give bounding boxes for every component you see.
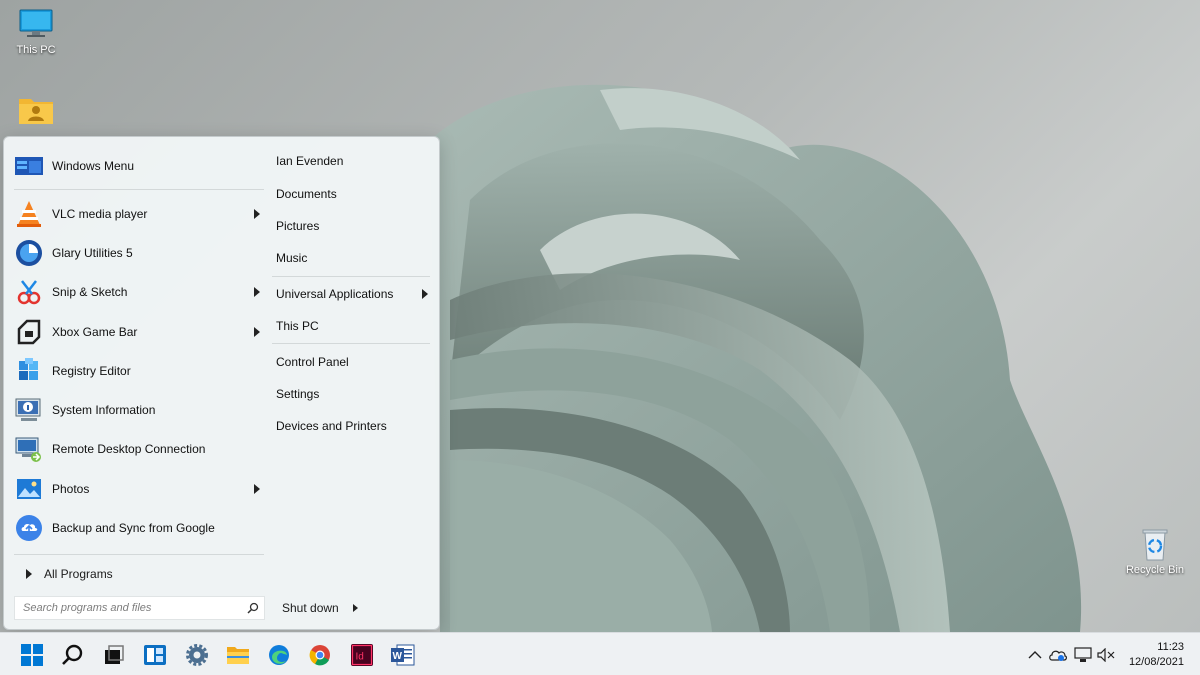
chevron-up-icon[interactable] [1025, 645, 1045, 665]
settings-icon[interactable] [182, 640, 212, 670]
place-label: Settings [276, 386, 320, 401]
menu-item-photos[interactable]: Photos [12, 469, 266, 508]
expand-arrow-icon [26, 568, 32, 579]
menu-item-snip-sketch[interactable]: Snip & Sketch [12, 273, 266, 312]
menu-separator [14, 553, 264, 555]
onedrive-icon[interactable] [1048, 645, 1068, 665]
xbox-icon [14, 317, 44, 347]
menu-item-label: Registry Editor [52, 363, 131, 378]
submenu-arrow-icon [254, 208, 260, 219]
place-label: Devices and Printers [276, 419, 387, 434]
google-backup-icon [14, 513, 44, 543]
photos-icon [14, 474, 44, 504]
indesign-label: Id [356, 652, 364, 663]
submenu-arrow-icon [422, 288, 428, 299]
place-label: Universal Applications [276, 286, 394, 301]
indesign-icon[interactable]: Id [347, 640, 377, 670]
desktop-icon-label: Recycle Bin [1125, 564, 1185, 576]
menu-item-vlc[interactable]: VLC media player [12, 194, 266, 233]
volume-muted-icon[interactable] [1096, 645, 1116, 665]
windows-menu-icon [14, 151, 44, 181]
start-menu: Windows Menu VLC media player Glary Util… [3, 136, 440, 630]
menu-item-system-information[interactable]: System Information [12, 390, 266, 429]
menu-item-glary[interactable]: Glary Utilities 5 [12, 233, 266, 272]
submenu-arrow-icon [254, 326, 260, 337]
submenu-arrow-icon [254, 287, 260, 298]
place-pictures[interactable]: Pictures [272, 210, 430, 242]
start-menu-programs: Windows Menu VLC media player Glary Util… [12, 147, 266, 589]
menu-item-xbox-game-bar[interactable]: Xbox Game Bar [12, 312, 266, 351]
remote-desktop-icon [14, 434, 44, 464]
search-icon[interactable] [58, 640, 88, 670]
widgets-icon[interactable] [140, 640, 170, 670]
menu-item-label: Remote Desktop Connection [52, 442, 206, 457]
place-label: Ian Evenden [276, 154, 344, 169]
word-label: W [393, 651, 403, 662]
search-icon[interactable] [242, 597, 264, 619]
menu-item-label: System Information [52, 403, 156, 418]
registry-icon [14, 356, 44, 386]
clock-time: 11:23 [1157, 641, 1184, 653]
menu-item-label: Snip & Sketch [52, 285, 128, 300]
place-user-folder[interactable]: Ian Evenden [272, 145, 430, 177]
desktop-icon-this-pc[interactable]: This PC [1, 8, 71, 56]
menu-item-label: Windows Menu [52, 159, 135, 173]
place-universal-applications[interactable]: Universal Applications [272, 278, 430, 310]
place-label: Music [276, 251, 308, 266]
chrome-icon[interactable] [305, 640, 335, 670]
place-settings[interactable]: Settings [272, 378, 430, 410]
place-documents[interactable]: Documents [272, 177, 430, 209]
file-explorer-icon[interactable] [223, 640, 253, 670]
place-this-pc[interactable]: This PC [272, 310, 430, 342]
task-view-icon[interactable] [99, 640, 129, 670]
word-icon[interactable]: W [388, 640, 418, 670]
menu-item-windows-menu[interactable]: Windows Menu [12, 147, 266, 185]
desktop-icon-label: This PC [16, 44, 56, 56]
all-programs-button[interactable]: All Programs [12, 559, 266, 589]
menu-item-label: Xbox Game Bar [52, 324, 138, 339]
desktop-icon-recycle-bin[interactable]: Recycle Bin [1120, 528, 1190, 576]
shutdown-button[interactable]: Shut down [276, 596, 358, 620]
user-folder-icon [18, 95, 54, 127]
submenu-arrow-icon [254, 483, 260, 494]
place-label: Pictures [276, 218, 320, 233]
menu-item-label: Backup and Sync from Google [52, 521, 215, 536]
snip-sketch-icon [14, 277, 44, 307]
menu-item-remote-desktop[interactable]: Remote Desktop Connection [12, 430, 266, 469]
desktop-icon-user-folder[interactable] [1, 95, 71, 131]
place-music[interactable]: Music [272, 242, 430, 274]
taskbar: Id W 11:23 12/08/2021 [0, 632, 1200, 675]
shutdown-options-arrow-icon[interactable] [352, 604, 358, 612]
place-devices-printers[interactable]: Devices and Printers [272, 410, 430, 442]
glary-icon [14, 238, 44, 268]
monitor-icon [18, 8, 54, 40]
search-input[interactable] [15, 602, 242, 614]
menu-separator [272, 343, 430, 345]
menu-item-registry-editor[interactable]: Registry Editor [12, 351, 266, 390]
vlc-icon [14, 199, 44, 229]
menu-item-label: Glary Utilities 5 [52, 245, 133, 260]
network-icon[interactable] [1073, 645, 1093, 665]
menu-item-label: Photos [52, 481, 90, 496]
search-programs-box[interactable] [14, 596, 265, 620]
menu-item-google-backup[interactable]: Backup and Sync from Google [12, 508, 266, 547]
edge-icon[interactable] [264, 640, 294, 670]
place-label: Documents [276, 186, 337, 201]
menu-item-label: VLC media player [52, 206, 148, 221]
taskbar-clock[interactable]: 11:23 12/08/2021 [1129, 640, 1184, 670]
recycle-bin-icon [1137, 528, 1173, 561]
all-programs-label: All Programs [44, 566, 113, 581]
clock-date: 12/08/2021 [1128, 656, 1184, 668]
start-icon[interactable] [17, 640, 47, 670]
shutdown-label: Shut down [282, 601, 339, 615]
start-menu-places: Ian Evenden Documents Pictures Music Uni… [272, 145, 430, 443]
place-label: Control Panel [276, 354, 349, 369]
system-info-icon [14, 395, 44, 425]
place-label: This PC [276, 319, 319, 334]
place-control-panel[interactable]: Control Panel [272, 345, 430, 377]
menu-separator [272, 275, 430, 277]
menu-separator [14, 189, 264, 190]
